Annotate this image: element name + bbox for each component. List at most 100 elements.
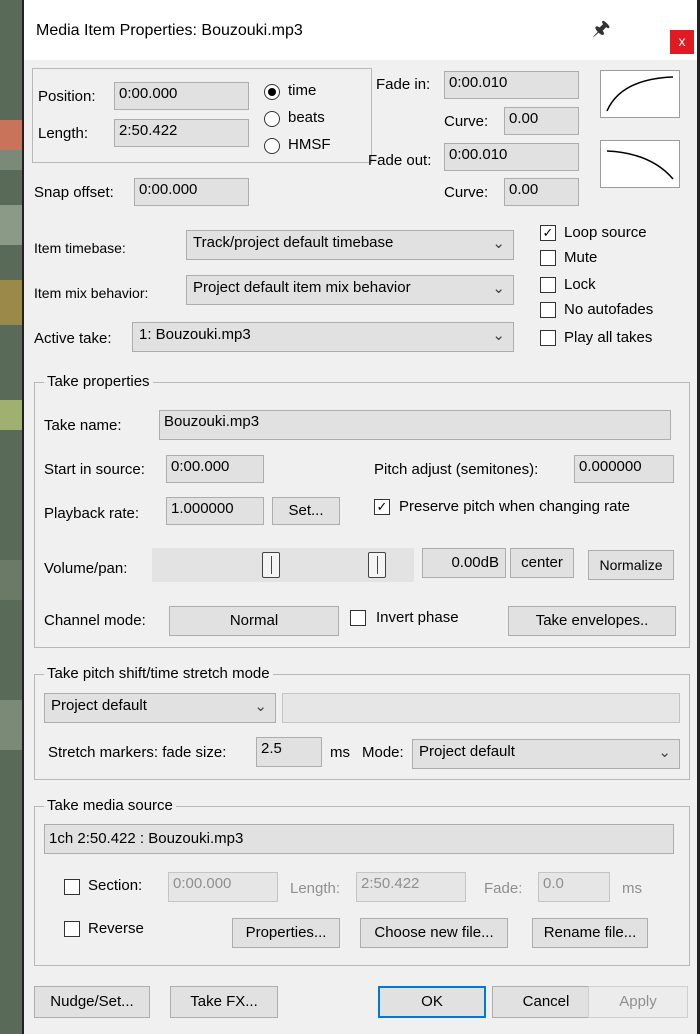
fade-size-field[interactable]: 2.5	[256, 737, 322, 767]
window-title: Media Item Properties: Bouzouki.mp3	[36, 22, 303, 39]
fade-out-curve-field[interactable]: 0.00	[504, 178, 579, 206]
apply-button[interactable]: Apply	[588, 986, 688, 1018]
section-fade-field[interactable]: 0.0	[538, 872, 610, 902]
pitch-adjust-field[interactable]: 0.000000	[574, 455, 674, 483]
rename-file-button[interactable]: Rename file...	[532, 918, 648, 948]
center-button[interactable]: center	[510, 548, 574, 578]
volume-slider[interactable]	[152, 548, 358, 582]
fade-in-field[interactable]: 0:00.010	[444, 71, 579, 99]
stretch-mode-select[interactable]: Project default ⌄	[412, 739, 680, 769]
close-button[interactable]: x	[670, 30, 694, 54]
fade-in-curve-icon[interactable]	[600, 70, 680, 118]
pan-slider-thumb[interactable]	[368, 552, 386, 578]
loop-source-checkbox[interactable]: ✓	[540, 225, 556, 241]
fade-out-curve-label: Curve:	[444, 184, 489, 201]
radio-beats[interactable]	[264, 111, 280, 127]
chevron-down-icon: ⌄	[492, 327, 505, 344]
position-label: Position:	[38, 88, 96, 105]
item-mix-label: Item mix behavior:	[34, 285, 149, 301]
choose-new-file-button[interactable]: Choose new file...	[360, 918, 508, 948]
media-source-info: 1ch 2:50.422 : Bouzouki.mp3	[44, 824, 674, 854]
start-in-source-field[interactable]: 0:00.000	[166, 455, 264, 483]
fade-out-curve-icon[interactable]	[600, 140, 680, 188]
radio-time[interactable]	[264, 84, 280, 100]
radio-hmsf[interactable]	[264, 138, 280, 154]
volume-pan-label: Volume/pan:	[44, 560, 128, 577]
section-fade-ms-label: ms	[622, 880, 642, 897]
fade-in-curve-field[interactable]: 0.00	[504, 107, 579, 135]
chevron-down-icon: ⌄	[658, 744, 671, 761]
pitch-shift-mode-select[interactable]: Project default ⌄	[44, 693, 276, 723]
item-mix-select[interactable]: Project default item mix behavior ⌄	[186, 275, 514, 305]
volume-slider-thumb[interactable]	[262, 552, 280, 578]
radio-hmsf-label: HMSF	[288, 136, 331, 153]
fade-in-label: Fade in:	[376, 76, 431, 93]
start-in-source-label: Start in source:	[44, 461, 145, 478]
invert-phase-checkbox[interactable]	[350, 610, 366, 626]
fade-out-label: Fade out:	[368, 152, 432, 169]
stretch-mode-title: Take pitch shift/time stretch mode	[44, 665, 273, 682]
active-take-select[interactable]: 1: Bouzouki.mp3 ⌄	[132, 322, 514, 352]
snap-offset-label: Snap offset:	[34, 184, 114, 201]
section-checkbox[interactable]	[64, 879, 80, 895]
take-properties-title: Take properties	[44, 373, 153, 390]
take-name-label: Take name:	[44, 417, 122, 434]
radio-beats-label: beats	[288, 109, 325, 126]
stretch-mode-value: Project default	[419, 743, 515, 760]
cancel-button[interactable]: Cancel	[492, 986, 600, 1018]
playback-rate-field[interactable]: 1.000000	[166, 497, 264, 525]
nudge-set-button[interactable]: Nudge/Set...	[34, 986, 150, 1018]
play-all-takes-label: Play all takes	[564, 329, 653, 346]
no-autofades-label: No autofades	[564, 301, 654, 318]
ok-button[interactable]: OK	[378, 986, 486, 1018]
reverse-checkbox[interactable]	[64, 921, 80, 937]
section-length-label: Length:	[290, 880, 341, 897]
pan-slider[interactable]	[344, 548, 414, 582]
play-all-takes-checkbox[interactable]	[540, 330, 556, 346]
lock-checkbox[interactable]	[540, 277, 556, 293]
invert-phase-label: Invert phase	[376, 609, 459, 626]
reverse-label: Reverse	[88, 920, 144, 937]
item-timebase-select[interactable]: Track/project default timebase ⌄	[186, 230, 514, 260]
fade-out-field[interactable]: 0:00.010	[444, 143, 579, 171]
chevron-down-icon: ⌄	[492, 235, 505, 252]
fade-in-curve-label: Curve:	[444, 113, 489, 130]
mute-checkbox[interactable]	[540, 250, 556, 266]
mute-label: Mute	[564, 249, 598, 266]
active-take-value: 1: Bouzouki.mp3	[139, 326, 251, 343]
pitch-adjust-label: Pitch adjust (semitones):	[374, 461, 539, 478]
radio-time-label: time	[288, 82, 317, 99]
take-envelopes-button[interactable]: Take envelopes..	[508, 606, 676, 636]
item-timebase-value: Track/project default timebase	[193, 234, 394, 251]
take-name-field[interactable]: Bouzouki.mp3	[159, 410, 671, 440]
length-label: Length:	[38, 125, 89, 142]
snap-offset-field[interactable]: 0:00.000	[134, 178, 249, 206]
channel-mode-select[interactable]: Normal	[169, 606, 339, 636]
take-fx-button[interactable]: Take FX...	[170, 986, 278, 1018]
playback-rate-label: Playback rate:	[44, 505, 140, 522]
pitch-shift-mode-value: Project default	[51, 697, 147, 714]
volume-db-field[interactable]: 0.00dB	[422, 548, 506, 578]
background-track-strip	[0, 0, 22, 1034]
preserve-pitch-checkbox[interactable]: ✓	[374, 499, 390, 515]
section-label: Section:	[88, 877, 143, 894]
section-start-field[interactable]: 0:00.000	[168, 872, 278, 902]
title-bar: Media Item Properties: Bouzouki.mp3 🖈 x	[24, 0, 697, 60]
fade-size-ms-label: ms	[330, 744, 350, 761]
pitch-shift-submode-field[interactable]	[282, 693, 680, 723]
item-timebase-label: Item timebase:	[34, 240, 126, 256]
chevron-down-icon: ⌄	[492, 280, 505, 297]
section-length-field[interactable]: 2:50.422	[356, 872, 466, 902]
normalize-button[interactable]: Normalize	[588, 550, 674, 580]
media-item-properties-dialog: Media Item Properties: Bouzouki.mp3 🖈 x …	[22, 0, 700, 1034]
source-properties-button[interactable]: Properties...	[232, 918, 340, 948]
set-rate-button[interactable]: Set...	[272, 497, 340, 525]
position-field[interactable]: 0:00.000	[114, 82, 249, 110]
channel-mode-label: Channel mode:	[44, 612, 146, 629]
section-fade-label: Fade:	[484, 880, 523, 897]
item-mix-value: Project default item mix behavior	[193, 279, 411, 296]
no-autofades-checkbox[interactable]	[540, 302, 556, 318]
chevron-down-icon: ⌄	[254, 698, 267, 715]
length-field[interactable]: 2:50.422	[114, 119, 249, 147]
pin-icon[interactable]: 🖈	[592, 14, 611, 48]
